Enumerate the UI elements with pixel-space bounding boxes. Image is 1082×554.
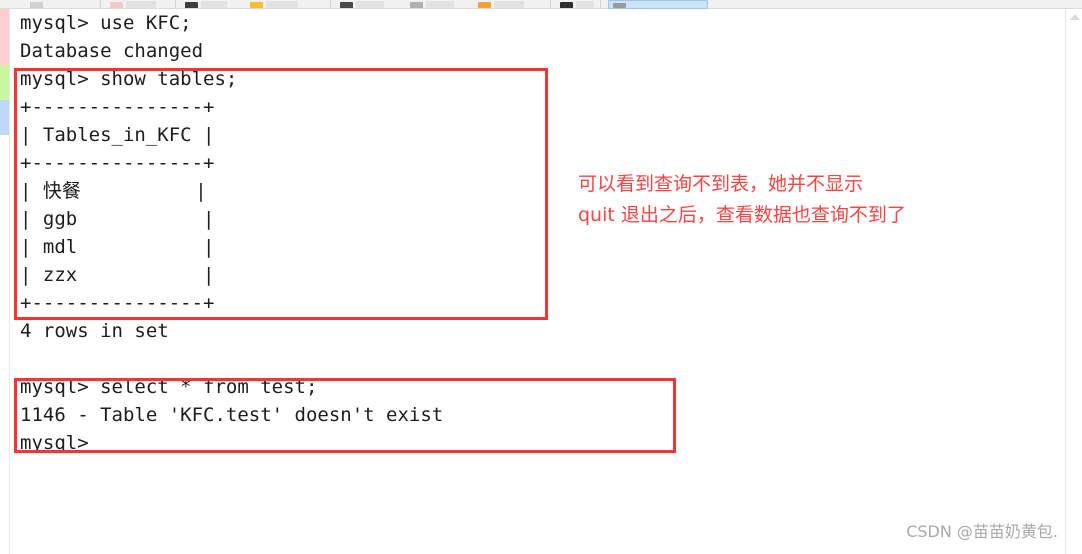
- terminal-line-9: | zzx |: [20, 264, 215, 286]
- active-toolbar-tab[interactable]: [608, 0, 708, 9]
- toolbar-separator-3: [550, 0, 551, 8]
- vertical-scrollbar[interactable]: [1065, 9, 1082, 554]
- terminal-line-3: +---------------+: [20, 96, 215, 118]
- toolbar-button-label-7: [576, 1, 594, 8]
- toolbar-button-2[interactable]: [185, 0, 240, 8]
- scroll-up-arrow-icon[interactable]: [1070, 14, 1080, 20]
- toolbar-button-label-5: [426, 1, 454, 8]
- gutter-mark-selected: [0, 100, 9, 135]
- toolbar-button-label-6: [494, 1, 524, 8]
- toolbar-button-label-3: [266, 1, 298, 8]
- toolbar-button-label-4: [356, 1, 384, 8]
- terminal-line-10: +---------------+: [20, 292, 215, 314]
- terminal-output-pane[interactable]: mysql> use KFC; Database changed mysql> sh…: [10, 9, 1058, 554]
- editor-gutter[interactable]: [0, 9, 9, 554]
- terminal-lines: mysql> use KFC; Database changed mysql> sh…: [20, 9, 443, 457]
- terminal-line-2: mysql> show tables;: [20, 68, 238, 90]
- gutter-mark-added: [0, 65, 9, 100]
- toolbar-button-0[interactable]: [30, 0, 64, 8]
- terminal-line-7: | ggb |: [20, 208, 215, 230]
- toolbar-button-1[interactable]: [110, 0, 170, 8]
- menu-icon: [30, 2, 43, 8]
- terminal-line-6: | 快餐 |: [20, 180, 207, 202]
- toolbar-separator-0: [100, 0, 101, 8]
- toolbar-button-6[interactable]: [478, 0, 538, 8]
- toolbar-button-7[interactable]: [560, 0, 600, 8]
- annotation-note-line-1: 可以看到查询不到表，她并不显示: [578, 173, 864, 195]
- terminal-line-13: mysql> select * from test;: [20, 376, 318, 398]
- terminal-line-12: [20, 345, 443, 373]
- toolbar-separator-1: [175, 0, 176, 8]
- toolbar-separator-2: [330, 0, 331, 8]
- chart-icon: [410, 2, 423, 8]
- gutter-mark-modified: [0, 9, 9, 65]
- annotation-note-line-2: quit 退出之后，查看数据也查询不到了: [578, 204, 906, 226]
- toolbar-button-4[interactable]: [340, 0, 396, 8]
- orange-stats-icon: [478, 2, 491, 8]
- terminal-line-4: | Tables_in_KFC |: [20, 124, 215, 146]
- terminal-line-8: | mdl |: [20, 236, 215, 258]
- dark-grid-icon: [185, 2, 198, 8]
- terminal-line-11: 4 rows in set: [20, 320, 169, 342]
- terminal-line-5: +---------------+: [20, 152, 215, 174]
- annotation-note: 可以看到查询不到表，她并不显示 quit 退出之后，查看数据也查询不到了: [578, 169, 906, 231]
- yellow-folder-icon: [250, 2, 263, 8]
- binoculars-icon: [340, 2, 353, 8]
- toolbar-button-label-2: [201, 1, 227, 8]
- terminal-line-15: mysql>: [20, 432, 89, 454]
- pink-table-icon: [110, 2, 123, 8]
- terminal-line-14: 1146 - Table 'KFC.test' doesn't exist: [20, 404, 444, 426]
- toolbar-button-5[interactable]: [410, 0, 466, 8]
- toolbar-separator-4: [600, 0, 601, 8]
- terminal-line-1: Database changed: [20, 40, 204, 62]
- toolbar: [0, 0, 1082, 9]
- dark-box-icon: [560, 2, 573, 8]
- watermark: CSDN @苗苗奶黄包.: [906, 522, 1058, 541]
- toolbar-button-3[interactable]: [250, 0, 312, 8]
- toolbar-button-label-1: [126, 1, 156, 8]
- active-tab-icon: [613, 3, 626, 8]
- terminal-line-0: mysql> use KFC;: [20, 12, 192, 34]
